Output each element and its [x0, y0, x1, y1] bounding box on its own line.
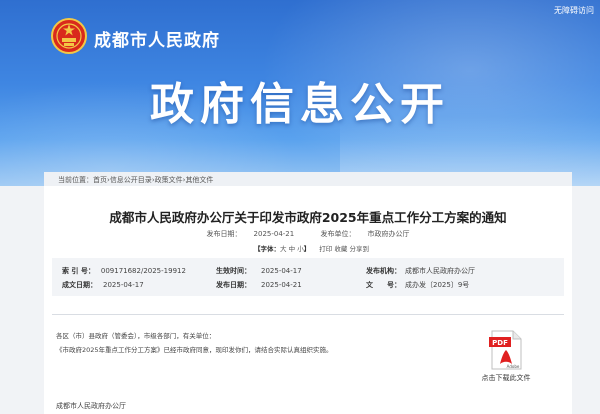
favorite-button[interactable]: 收藏 — [334, 245, 347, 253]
publish-info: 发布日期： 2025-04-21 发布单位： 市政府办公厅 — [44, 229, 572, 239]
share-button[interactable]: 分享到 — [349, 245, 369, 253]
document-signoff: 成都市人民政府办公厅 — [56, 402, 126, 410]
meta-docno-label: 文 号： — [366, 281, 401, 289]
body-paragraph: 《市政府2025年重点工作分工方案》已经市政府同意，现印发你们，请结合实际认真组… — [56, 346, 333, 354]
meta-created: 成文日期： 2025-04-17 — [62, 280, 144, 290]
meta-docno: 文 号： 成办发〔2025〕9号 — [366, 280, 469, 290]
meta-published: 发布日期： 2025-04-21 — [216, 280, 302, 290]
publish-date-value: 2025-04-21 — [253, 230, 295, 238]
header-banner: 无障碍访问 成都市人民政府 政府信息公开 — [0, 0, 600, 186]
meta-index: 索 引 号： 009171682/2025-19912 — [62, 266, 186, 276]
print-button[interactable]: 打印 — [319, 245, 332, 253]
meta-index-value: 009171682/2025-19912 — [100, 267, 186, 275]
section-title: 政府信息公开 — [150, 79, 450, 130]
pdf-download-link[interactable]: PDF Adobe 点击下载此文件 — [476, 330, 536, 383]
pdf-file-icon: PDF Adobe — [489, 330, 522, 370]
body-salutation: 各区（市）县政府（管委会），市级各部门，有关单位： — [56, 332, 216, 340]
meta-issuer: 发布机构： 成都市人民政府办公厅 — [366, 266, 475, 276]
publisher-label: 发布单位： — [320, 230, 356, 238]
document-title: 成都市人民政府办公厅关于印发市政府2025年重点工作分工方案的通知 — [109, 210, 507, 225]
meta-created-label: 成文日期： — [62, 281, 97, 289]
meta-effective-value: 2025-04-17 — [261, 267, 302, 275]
breadcrumb-item-other[interactable]: 其他文件 — [185, 176, 213, 184]
meta-issuer-value: 成都市人民政府办公厅 — [405, 267, 475, 275]
svg-text:Adobe: Adobe — [507, 364, 520, 369]
meta-issuer-label: 发布机构： — [366, 267, 401, 275]
font-size-medium[interactable]: 中 — [289, 245, 296, 253]
svg-text:PDF: PDF — [492, 339, 508, 347]
publish-date: 发布日期： 2025-04-21 — [201, 230, 301, 238]
font-size-switcher: 【字体：大 中 小】 — [254, 245, 310, 253]
content-divider — [52, 314, 564, 315]
meta-effective-label: 生效时间： — [216, 267, 251, 275]
meta-created-value: 2025-04-17 — [103, 281, 144, 289]
meta-docno-value: 成办发〔2025〕9号 — [405, 281, 470, 289]
font-size-label: 【字体： — [254, 245, 281, 253]
breadcrumb-prefix: 当前位置： — [58, 176, 93, 184]
meta-effective: 生效时间： 2025-04-17 — [216, 266, 302, 276]
meta-published-value: 2025-04-21 — [261, 281, 302, 289]
meta-index-label: 索 引 号： — [62, 267, 95, 275]
document-body: 各区（市）县政府（管委会），市级各部门，有关单位： 《市政府2025年重点工作分… — [56, 329, 456, 357]
meta-published-label: 发布日期： — [216, 281, 251, 289]
publisher-value: 市政府办公厅 — [367, 230, 410, 238]
font-size-large[interactable]: 大 — [280, 245, 287, 253]
accessible-link[interactable]: 无障碍访问 — [554, 5, 594, 16]
site-title: 成都市人民政府 — [94, 31, 220, 51]
pdf-download-label: 点击下载此文件 — [481, 374, 531, 382]
publish-date-label: 发布日期： — [206, 230, 242, 238]
breadcrumb-item-policy[interactable]: 政策文件 — [155, 176, 183, 184]
breadcrumb: 当前位置：首页 › 信息公开目录 › 政策文件 › 其他文件 — [44, 172, 572, 186]
breadcrumb-item-home[interactable]: 首页 — [93, 176, 107, 184]
content-card: 当前位置：首页 › 信息公开目录 › 政策文件 › 其他文件 成都市人民政府办公… — [44, 172, 572, 414]
publisher: 发布单位： 市政府办公厅 — [314, 230, 415, 238]
document-metadata: 索 引 号： 009171682/2025-19912 生效时间： 2025-04-… — [52, 258, 564, 296]
font-size-close: 】 — [303, 245, 311, 253]
national-emblem-icon — [51, 18, 87, 54]
breadcrumb-item-catalog[interactable]: 信息公开目录 — [110, 176, 152, 184]
document-tools: 【字体：大 中 小】 打印 收藏 分享到 — [44, 243, 572, 253]
